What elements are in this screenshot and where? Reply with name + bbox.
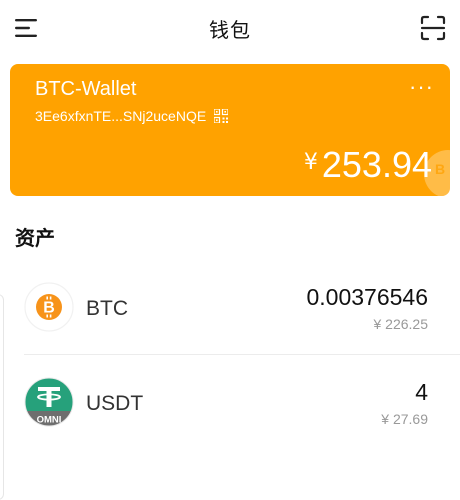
- qr-code-icon[interactable]: [214, 109, 229, 123]
- asset-fiat-value: ¥ 226.25: [373, 316, 429, 332]
- wallet-card[interactable]: BTC-Wallet 3Ee6xfxnTE...SNj2uceNQE ··· ¥…: [10, 64, 450, 196]
- asset-list: B BTC 0.00376546 ¥ 226.25 OMNI USDT 4 ¥ …: [0, 260, 460, 449]
- scan-icon[interactable]: [420, 15, 446, 41]
- asset-amount: 0.00376546: [306, 284, 428, 310]
- tether-omni-icon: OMNI: [24, 377, 74, 427]
- bitcoin-icon: B: [24, 282, 74, 332]
- asset-symbol: BTC: [86, 297, 128, 320]
- wallet-balance: ¥ 253.94: [304, 144, 432, 186]
- asset-row-btc[interactable]: B BTC 0.00376546 ¥ 226.25: [0, 260, 460, 354]
- wallet-app: 钱包 BTC-Wallet 3Ee6xfxnTE...SNj2uceNQE ··…: [0, 0, 460, 500]
- asset-amount: 4: [415, 379, 428, 405]
- wallet-name: BTC-Wallet: [35, 78, 137, 100]
- asset-row-usdt[interactable]: OMNI USDT 4 ¥ 27.69: [0, 355, 460, 449]
- asset-fiat-value: ¥ 27.69: [381, 411, 428, 427]
- asset-symbol: USDT: [86, 392, 144, 415]
- assets-heading: 资产: [15, 226, 55, 250]
- more-options-icon[interactable]: ···: [409, 76, 434, 98]
- wallet-address: 3Ee6xfxnTE...SNj2uceNQE: [35, 108, 207, 124]
- balance-amount: 253.94: [321, 144, 432, 185]
- currency-symbol: ¥: [303, 150, 318, 175]
- wallet-address-row: 3Ee6xfxnTE...SNj2uceNQE: [35, 108, 229, 124]
- watermark-letter: B: [435, 161, 446, 177]
- omni-badge: OMNI: [37, 415, 62, 426]
- top-bar: 钱包: [0, 0, 460, 56]
- svg-text:B: B: [43, 300, 55, 317]
- page-title: 钱包: [209, 18, 251, 42]
